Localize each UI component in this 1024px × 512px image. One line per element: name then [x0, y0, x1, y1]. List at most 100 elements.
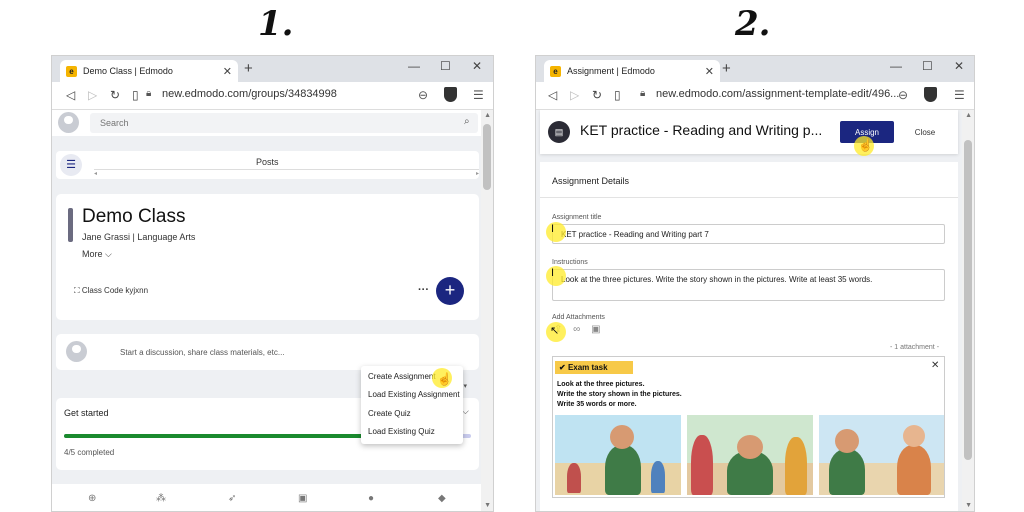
scroll-left-icon[interactable]: ◂ — [94, 170, 97, 177]
posts-label[interactable]: Posts — [256, 157, 279, 167]
edmodo-favicon-icon: e — [66, 65, 77, 77]
hand-cursor-icon: ☝ — [858, 138, 873, 152]
scroll-thumb[interactable] — [483, 124, 491, 190]
calendar-icon[interactable]: ▣ — [298, 493, 307, 504]
menu-item-create-assignment[interactable]: Create Assignment — [368, 372, 436, 381]
story-picture-3 — [819, 415, 944, 495]
scroll-right-icon[interactable]: ▸ — [476, 170, 479, 177]
assignment-details-card: Assignment Details Assignment title KET … — [540, 162, 958, 511]
minimize-icon[interactable]: — — [890, 59, 902, 73]
class-name: Demo Class — [82, 206, 186, 227]
new-tab-icon[interactable]: + — [722, 60, 731, 78]
globe-icon[interactable]: ⊕ — [88, 493, 96, 504]
search-icon[interactable]: ⌕ — [464, 116, 470, 127]
posts-scrollbar[interactable]: ◂ ▸ — [94, 169, 479, 177]
shape-icon[interactable]: ◆ — [438, 493, 446, 504]
scroll-down-icon[interactable]: ▼ — [484, 502, 491, 509]
maximize-icon[interactable]: ☐ — [440, 59, 451, 73]
page-content: ▤ KET practice - Reading and Writing p..… — [536, 110, 974, 511]
discussion-composer[interactable]: Start a discussion, share class material… — [56, 334, 479, 370]
progress-text: 4/5 completed — [64, 448, 115, 457]
page-scrollbar[interactable]: ▲ ▼ — [962, 110, 974, 511]
scroll-up-icon[interactable]: ▲ — [484, 112, 491, 119]
menu-icon[interactable]: ☰ — [473, 88, 484, 102]
text-cursor-icon: I — [551, 223, 555, 235]
search-input[interactable] — [90, 113, 478, 133]
avatar[interactable] — [58, 112, 79, 133]
forward-icon[interactable]: ▷ — [88, 88, 97, 102]
assignment-title: KET practice - Reading and Writing p... — [580, 122, 823, 138]
exam-line-2: Write the story shown in the pictures. — [557, 391, 682, 398]
browser-window-class: e Demo Class | Edmodo ✕ + — ☐ ✕ ◁ ▷ ↻ ▯ … — [51, 55, 494, 512]
exam-line-1: Look at the three pictures. — [557, 381, 645, 388]
class-card: Demo Class Jane Grassi | Language Arts M… — [56, 194, 479, 320]
attachment-preview[interactable]: ✔ Exam task ✕ Look at the three pictures… — [552, 356, 945, 498]
more-button[interactable]: More ⌵ — [82, 249, 112, 260]
top-bar: ⌕ — [52, 110, 483, 136]
chat-icon[interactable]: ● — [368, 493, 374, 504]
link-icon[interactable]: ∞ — [573, 324, 580, 335]
tab-bar: e Demo Class | Edmodo ✕ + — ☐ ✕ — [52, 56, 493, 82]
check-icon: ✔ — [559, 363, 568, 372]
avatar — [66, 341, 87, 362]
exam-task-text: Exam task — [567, 363, 608, 372]
forward-icon[interactable]: ▷ — [570, 88, 579, 102]
tab-close-icon[interactable]: ✕ — [223, 65, 232, 78]
attachment-count: - 1 attachment - — [890, 344, 940, 351]
file-icon[interactable]: ▣ — [591, 324, 600, 335]
zoom-icon[interactable]: ⊖ — [898, 88, 908, 102]
class-code-icon: ⛶ — [74, 286, 82, 295]
new-tab-icon[interactable]: + — [244, 60, 253, 78]
discussion-placeholder[interactable]: Start a discussion, share class material… — [120, 348, 285, 357]
people-icon[interactable]: ⁂ — [156, 493, 166, 504]
instructions-textarea[interactable]: Look at the three pictures. Write the st… — [552, 269, 945, 301]
document-icon: ▤ — [548, 121, 570, 143]
menu-item-load-existing-assignment[interactable]: Load Existing Assignment — [368, 390, 460, 399]
browser-tab[interactable]: e Demo Class | Edmodo ✕ — [60, 60, 238, 82]
zoom-icon[interactable]: ⊖ — [418, 88, 428, 102]
shield-icon[interactable] — [924, 87, 937, 102]
chevron-down-icon[interactable]: ⌵ — [462, 406, 469, 417]
add-button[interactable]: + — [436, 277, 464, 305]
tab-title: Assignment | Edmodo — [567, 66, 655, 76]
scroll-up-icon[interactable]: ▲ — [965, 112, 972, 119]
reload-icon[interactable]: ↻ — [592, 88, 602, 102]
menu-item-load-existing-quiz[interactable]: Load Existing Quiz — [368, 427, 435, 436]
menu-icon[interactable]: ☰ — [954, 88, 965, 102]
get-started-title[interactable]: Get started — [64, 408, 109, 418]
back-icon[interactable]: ◁ — [66, 88, 75, 102]
page-scrollbar[interactable]: ▲ ▼ — [481, 110, 493, 511]
tab-close-icon[interactable]: ✕ — [705, 65, 714, 78]
url-field[interactable]: new.edmodo.com/assignment-template-edit/… — [656, 88, 899, 100]
url-field[interactable]: new.edmodo.com/groups/34834998 — [162, 88, 337, 100]
cursor-highlight — [546, 222, 566, 242]
tab-bar: e Assignment | Edmodo ✕ + — ☐ ✕ — [536, 56, 974, 82]
hamburger-menu-icon[interactable]: ☰ — [60, 154, 82, 176]
menu-item-create-quiz[interactable]: Create Quiz — [368, 409, 411, 418]
title-input[interactable]: KET practice - Reading and Writing part … — [552, 224, 945, 244]
posts-bar: ☰ Posts ◂ ▸ — [56, 151, 479, 179]
bookmark-icon[interactable]: ▯ — [132, 88, 139, 102]
attachments-label: Add Attachments — [552, 314, 605, 321]
window-close-icon[interactable]: ✕ — [954, 59, 964, 73]
story-picture-1 — [555, 415, 681, 495]
class-code[interactable]: ⛶ Class Code kyjxnn — [74, 286, 148, 296]
scroll-down-icon[interactable]: ▼ — [965, 502, 972, 509]
rocket-icon[interactable]: ➶ — [228, 493, 236, 504]
window-close-icon[interactable]: ✕ — [472, 59, 482, 73]
scroll-thumb[interactable] — [964, 140, 972, 460]
more-options-icon[interactable]: ··· — [418, 284, 429, 296]
browser-tab[interactable]: e Assignment | Edmodo ✕ — [544, 60, 720, 82]
minimize-icon[interactable]: — — [408, 59, 420, 73]
arrow-cursor-icon: ↖ — [550, 325, 560, 337]
back-icon[interactable]: ◁ — [548, 88, 557, 102]
remove-attachment-icon[interactable]: ✕ — [931, 360, 939, 371]
close-button[interactable]: Close — [900, 121, 950, 143]
reload-icon[interactable]: ↻ — [110, 88, 120, 102]
shield-icon[interactable] — [444, 87, 457, 102]
step-number-2: 2. — [735, 4, 771, 44]
progress-fill — [64, 434, 390, 438]
maximize-icon[interactable]: ☐ — [922, 59, 933, 73]
class-accent-bar — [68, 208, 73, 242]
bookmark-icon[interactable]: ▯ — [614, 88, 621, 102]
